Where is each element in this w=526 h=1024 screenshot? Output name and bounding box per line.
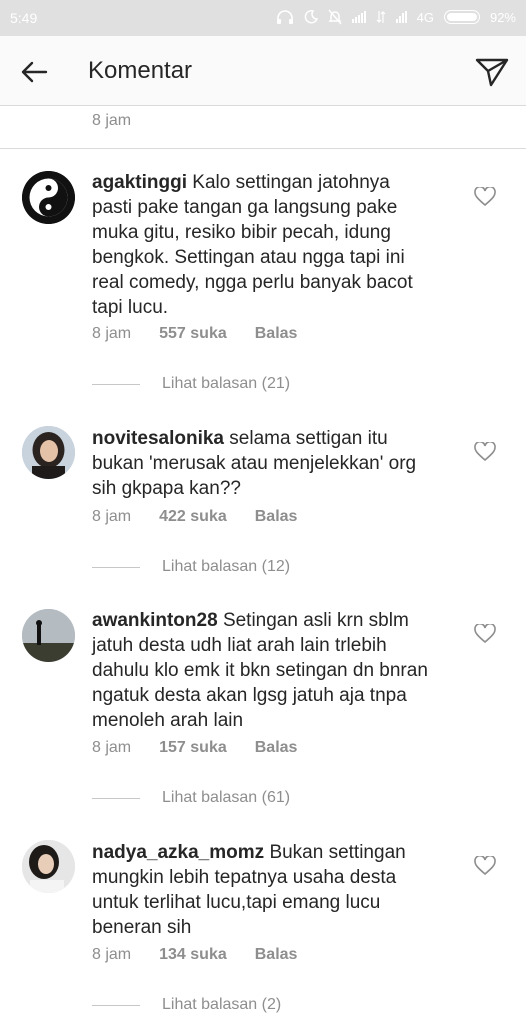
- replies-line: [92, 1004, 140, 1006]
- profile-photo: [22, 426, 75, 479]
- comment-meta: 8 jam 157 suka Balas: [92, 739, 297, 757]
- share-button[interactable]: [472, 52, 512, 92]
- heart-icon[interactable]: [474, 624, 496, 644]
- status-icons: 4G 92%: [276, 9, 516, 25]
- paper-plane-icon: [475, 58, 509, 87]
- comment-meta: 8 jam 134 suka Balas: [92, 946, 297, 964]
- comment-username[interactable]: awankinton28: [92, 610, 218, 631]
- avatar[interactable]: [22, 609, 75, 662]
- view-replies-link[interactable]: Lihat balasan (12): [92, 558, 290, 576]
- battery-level: 92%: [489, 9, 516, 25]
- back-button[interactable]: [14, 52, 54, 92]
- avatar[interactable]: [22, 171, 75, 224]
- view-replies-label: Lihat balasan (12): [162, 558, 291, 575]
- arrow-left-icon: [21, 61, 48, 83]
- comment-text: nadya_azka_momz Bukan settingan mungkin …: [92, 840, 432, 940]
- avatar[interactable]: [22, 426, 75, 479]
- profile-photo: [22, 609, 75, 662]
- comment-time: 8 jam: [92, 946, 132, 963]
- comment-username[interactable]: agaktinggi: [92, 172, 187, 193]
- previous-comment-time: 8 jam: [92, 112, 132, 129]
- status-time: 5:49: [10, 10, 38, 26]
- comment-username[interactable]: novitesalonika: [92, 428, 224, 449]
- profile-photo: [22, 840, 75, 893]
- replies-line: [92, 797, 140, 799]
- view-replies-label: Lihat balasan (21): [162, 375, 291, 392]
- data-arrows-icon: [376, 11, 386, 23]
- like-count[interactable]: 422 suka: [159, 508, 227, 526]
- page-title: Komentar: [88, 57, 193, 84]
- heart-icon[interactable]: [474, 442, 496, 462]
- replies-line: [92, 566, 140, 568]
- yin-yang-icon: [22, 171, 75, 224]
- comment-text: awankinton28 Setingan asli krn sblm jatu…: [92, 608, 432, 733]
- divider: [0, 148, 526, 149]
- reply-button[interactable]: Balas: [255, 508, 298, 526]
- avatar[interactable]: [22, 840, 75, 893]
- comment-body: Kalo settingan jatohnya pasti pake tanga…: [92, 172, 413, 318]
- like-count[interactable]: 134 suka: [159, 946, 227, 964]
- comment-meta: 8 jam 557 suka Balas: [92, 325, 297, 343]
- moon-icon: [304, 10, 318, 24]
- reply-button[interactable]: Balas: [255, 739, 298, 757]
- view-replies-link[interactable]: Lihat balasan (61): [92, 789, 290, 807]
- reply-button[interactable]: Balas: [255, 325, 298, 343]
- comment-time: 8 jam: [92, 739, 132, 756]
- signal-icon: [351, 11, 366, 23]
- comment-time: 8 jam: [92, 508, 132, 525]
- network-type: 4G: [416, 9, 434, 25]
- view-replies-link[interactable]: Lihat balasan (2): [92, 996, 281, 1014]
- comment-time: 8 jam: [92, 325, 132, 342]
- like-count[interactable]: 157 suka: [159, 739, 227, 757]
- heart-icon[interactable]: [474, 856, 496, 876]
- status-bar: 5:49 4G 92%: [0, 0, 526, 36]
- view-replies-label: Lihat balasan (61): [162, 789, 291, 806]
- battery-icon: [443, 10, 480, 24]
- comment-username[interactable]: nadya_azka_momz: [92, 842, 264, 863]
- headphones-icon: [276, 10, 293, 24]
- view-replies-label: Lihat balasan (2): [162, 996, 282, 1013]
- comment-meta: 8 jam 422 suka Balas: [92, 508, 297, 526]
- bell-off-icon: [327, 9, 342, 25]
- header: Komentar: [0, 36, 526, 106]
- comment-text: novitesalonika selama settigan itu bukan…: [92, 426, 432, 501]
- replies-line: [92, 383, 140, 385]
- comment-text: agaktinggi Kalo settingan jatohnya pasti…: [92, 170, 432, 320]
- signal-icon-2: [395, 11, 407, 23]
- view-replies-link[interactable]: Lihat balasan (21): [92, 375, 290, 393]
- reply-button[interactable]: Balas: [255, 946, 298, 964]
- heart-icon[interactable]: [474, 187, 496, 207]
- like-count[interactable]: 557 suka: [159, 325, 227, 343]
